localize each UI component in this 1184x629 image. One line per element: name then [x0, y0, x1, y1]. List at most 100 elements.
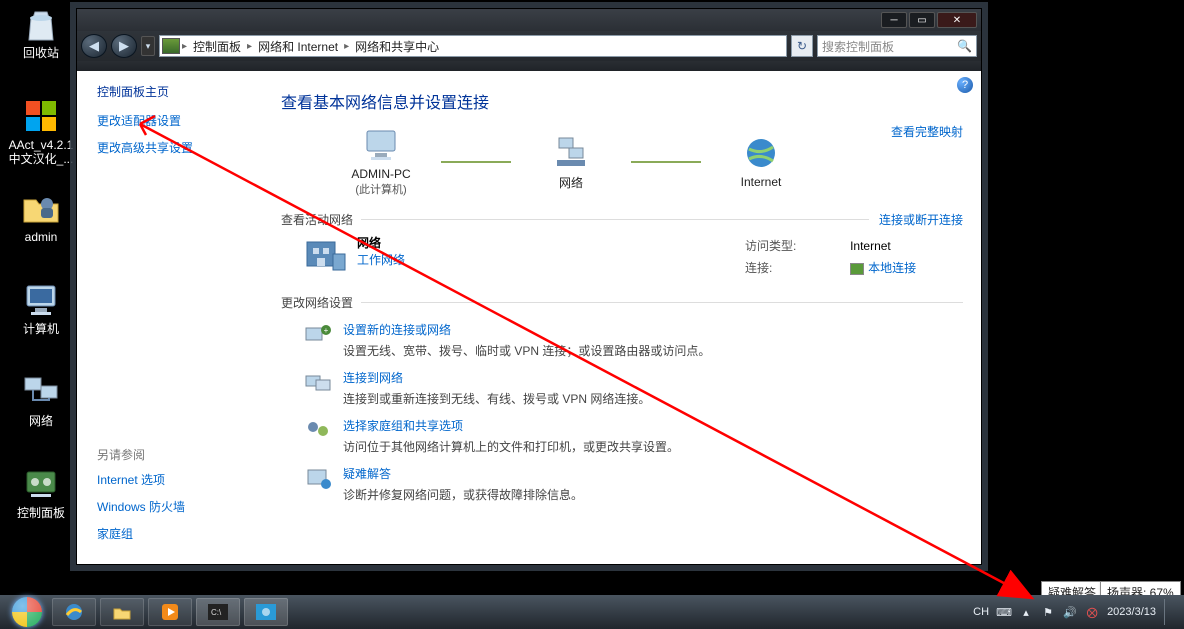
sidebar: 控制面板主页 更改适配器设置 更改高级共享设置 另请参阅 Internet 选项… — [77, 71, 269, 564]
action-center-icon[interactable]: ⚑ — [1041, 605, 1055, 619]
desktop-icon-recycle-bin[interactable]: 回收站 — [6, 4, 76, 60]
refresh-button[interactable]: ↻ — [791, 35, 813, 57]
desktop-icon-computer[interactable]: 计算机 — [6, 280, 76, 336]
computer-icon — [21, 280, 61, 320]
troubleshoot-icon — [303, 465, 333, 491]
breadcrumb-sep-icon: ▸ — [182, 41, 187, 52]
desktop-icon-control-panel[interactable]: 控制面板 — [6, 464, 76, 520]
task-desc: 访问位于其他网络计算机上的文件和打印机，或更改共享设置。 — [343, 438, 679, 455]
setup-connection-icon: + — [303, 321, 333, 347]
breadcrumb-sep-icon: ▸ — [344, 41, 349, 52]
active-networks-section: 查看活动网络 连接或断开连接 网络 工作网络 访问类型: — [281, 211, 963, 280]
ime-indicator[interactable]: CH — [973, 606, 989, 618]
taskbar[interactable]: C:\ CH ⌨ ▴ ⚑ 🔊 ⨂ 2023/3/13 — [0, 595, 1184, 629]
access-type-label: 访问类型: — [745, 236, 848, 256]
help-button[interactable]: ? — [957, 77, 973, 93]
globe-icon — [741, 135, 781, 171]
desktop-icon-label: admin — [6, 230, 76, 244]
close-button[interactable]: ✕ — [937, 12, 977, 28]
network-tray-icon[interactable]: ⨂ — [1085, 605, 1099, 619]
forward-button[interactable]: ▶ — [111, 34, 137, 58]
taskbar-item-app[interactable] — [244, 598, 288, 626]
svg-text:C:\: C:\ — [211, 608, 222, 617]
map-this-pc[interactable]: ADMIN-PC (此计算机) — [321, 127, 441, 197]
taskbar-item-explorer[interactable] — [100, 598, 144, 626]
show-desktop-button[interactable] — [1164, 599, 1172, 625]
task-connect-network[interactable]: 连接到网络 连接到或重新连接到无线、有线、拨号或 VPN 网络连接。 — [303, 369, 963, 407]
desktop-icon-label: 计算机 — [6, 322, 76, 336]
desktop-icon-label: 回收站 — [6, 46, 76, 60]
keyboard-icon[interactable]: ⌨ — [997, 605, 1011, 619]
control-panel-icon — [162, 38, 180, 54]
network-category-icon — [303, 234, 347, 274]
lan-icon — [850, 263, 864, 275]
page-title: 查看基本网络信息并设置连接 — [281, 89, 963, 113]
task-troubleshoot[interactable]: 疑难解答 诊断并修复网络问题，或获得故障排除信息。 — [303, 465, 963, 503]
change-advanced-sharing-link[interactable]: 更改高级共享设置 — [97, 139, 257, 156]
view-full-map-link[interactable]: 查看完整映射 — [891, 123, 963, 140]
active-networks-title: 查看活动网络 — [281, 211, 353, 228]
task-homegroup-sharing[interactable]: 选择家庭组和共享选项 访问位于其他网络计算机上的文件和打印机，或更改共享设置。 — [303, 417, 963, 455]
control-panel-icon — [21, 464, 61, 504]
map-connector — [631, 161, 701, 163]
homegroup-icon — [303, 417, 333, 443]
computer-icon — [361, 127, 401, 163]
folder-user-icon — [21, 188, 61, 228]
tray-date[interactable]: 2023/3/13 — [1107, 606, 1156, 618]
desktop-icon-admin-folder[interactable]: admin — [6, 188, 76, 244]
connect-disconnect-link[interactable]: 连接或断开连接 — [879, 211, 963, 228]
breadcrumb-sep-icon: ▸ — [247, 41, 252, 52]
search-placeholder: 搜索控制面板 — [822, 38, 894, 55]
back-button[interactable]: ◀ — [81, 34, 107, 58]
homegroup-link[interactable]: 家庭组 — [97, 525, 257, 542]
change-settings-title: 更改网络设置 — [281, 294, 353, 311]
taskbar-item-ie[interactable] — [52, 598, 96, 626]
desktop-icon-aact[interactable]: AAct_v4.2.1 中文汉化_... — [6, 96, 76, 166]
internet-options-link[interactable]: Internet 选项 — [97, 471, 257, 488]
task-desc: 设置无线、宽带、拨号、临时或 VPN 连接；或设置路由器或访问点。 — [343, 342, 710, 359]
history-dropdown-button[interactable]: ▾ — [141, 36, 155, 56]
nav-toolbar: ◀ ▶ ▾ ▸ 控制面板 ▸ 网络和 Internet ▸ 网络和共享中心 ↻ … — [77, 31, 981, 61]
address-bar[interactable]: ▸ 控制面板 ▸ 网络和 Internet ▸ 网络和共享中心 — [159, 35, 787, 57]
network-category-link[interactable]: 工作网络 — [357, 251, 733, 268]
task-link[interactable]: 连接到网络 — [343, 369, 650, 386]
see-also-heading: 另请参阅 — [97, 446, 257, 463]
recycle-bin-icon — [21, 4, 61, 44]
change-adapter-settings-link[interactable]: 更改适配器设置 — [97, 112, 257, 129]
change-settings-section: 更改网络设置 + 设置新的连接或网络 设置无线、宽带、拨号、临时或 VPN 连接… — [281, 294, 963, 503]
desktop-icon-label: AAct_v4.2.1 中文汉化_... — [6, 138, 76, 166]
local-connection-link[interactable]: 本地连接 — [868, 261, 916, 275]
task-desc: 诊断并修复网络问题，或获得故障排除信息。 — [343, 486, 583, 503]
task-link[interactable]: 设置新的连接或网络 — [343, 321, 710, 338]
windows-firewall-link[interactable]: Windows 防火墙 — [97, 498, 257, 515]
maximize-button[interactable]: ▭ — [909, 12, 935, 28]
search-input[interactable]: 搜索控制面板 🔍 — [817, 35, 977, 57]
task-link[interactable]: 选择家庭组和共享选项 — [343, 417, 679, 434]
task-link[interactable]: 疑难解答 — [343, 465, 583, 482]
breadcrumb-category[interactable]: 网络和 Internet — [254, 38, 342, 55]
control-panel-window: ─ ▭ ✕ ◀ ▶ ▾ ▸ 控制面板 ▸ 网络和 Internet ▸ 网络和共… — [76, 8, 982, 565]
breadcrumb-current[interactable]: 网络和共享中心 — [351, 38, 443, 55]
window-titlebar[interactable]: ─ ▭ ✕ — [77, 9, 981, 31]
taskbar-item-media[interactable] — [148, 598, 192, 626]
sidebar-home-link[interactable]: 控制面板主页 — [97, 83, 257, 100]
breadcrumb-root[interactable]: 控制面板 — [189, 38, 245, 55]
task-desc: 连接到或重新连接到无线、有线、拨号或 VPN 网络连接。 — [343, 390, 650, 407]
tray-chevron-icon[interactable]: ▴ — [1019, 605, 1033, 619]
connections-label: 连接: — [745, 258, 848, 278]
volume-icon[interactable]: 🔊 — [1063, 605, 1077, 619]
main-content: 查看基本网络信息并设置连接 ADMIN-PC (此计算机) 网络 — [269, 71, 981, 564]
svg-text:+: + — [324, 326, 329, 335]
desktop-icon-network[interactable]: 网络 — [6, 372, 76, 428]
task-setup-connection[interactable]: + 设置新的连接或网络 设置无线、宽带、拨号、临时或 VPN 连接；或设置路由器… — [303, 321, 963, 359]
minimize-button[interactable]: ─ — [881, 12, 907, 28]
network-name: 网络 — [357, 236, 381, 250]
network-hub-icon — [551, 134, 591, 170]
start-button[interactable] — [6, 595, 48, 629]
taskbar-item-cmd[interactable]: C:\ — [196, 598, 240, 626]
map-internet[interactable]: Internet — [701, 135, 821, 189]
map-network[interactable]: 网络 — [511, 134, 631, 191]
access-type-value: Internet — [850, 236, 961, 256]
system-tray: CH ⌨ ▴ ⚑ 🔊 ⨂ 2023/3/13 — [973, 599, 1178, 625]
command-bar — [77, 61, 981, 71]
